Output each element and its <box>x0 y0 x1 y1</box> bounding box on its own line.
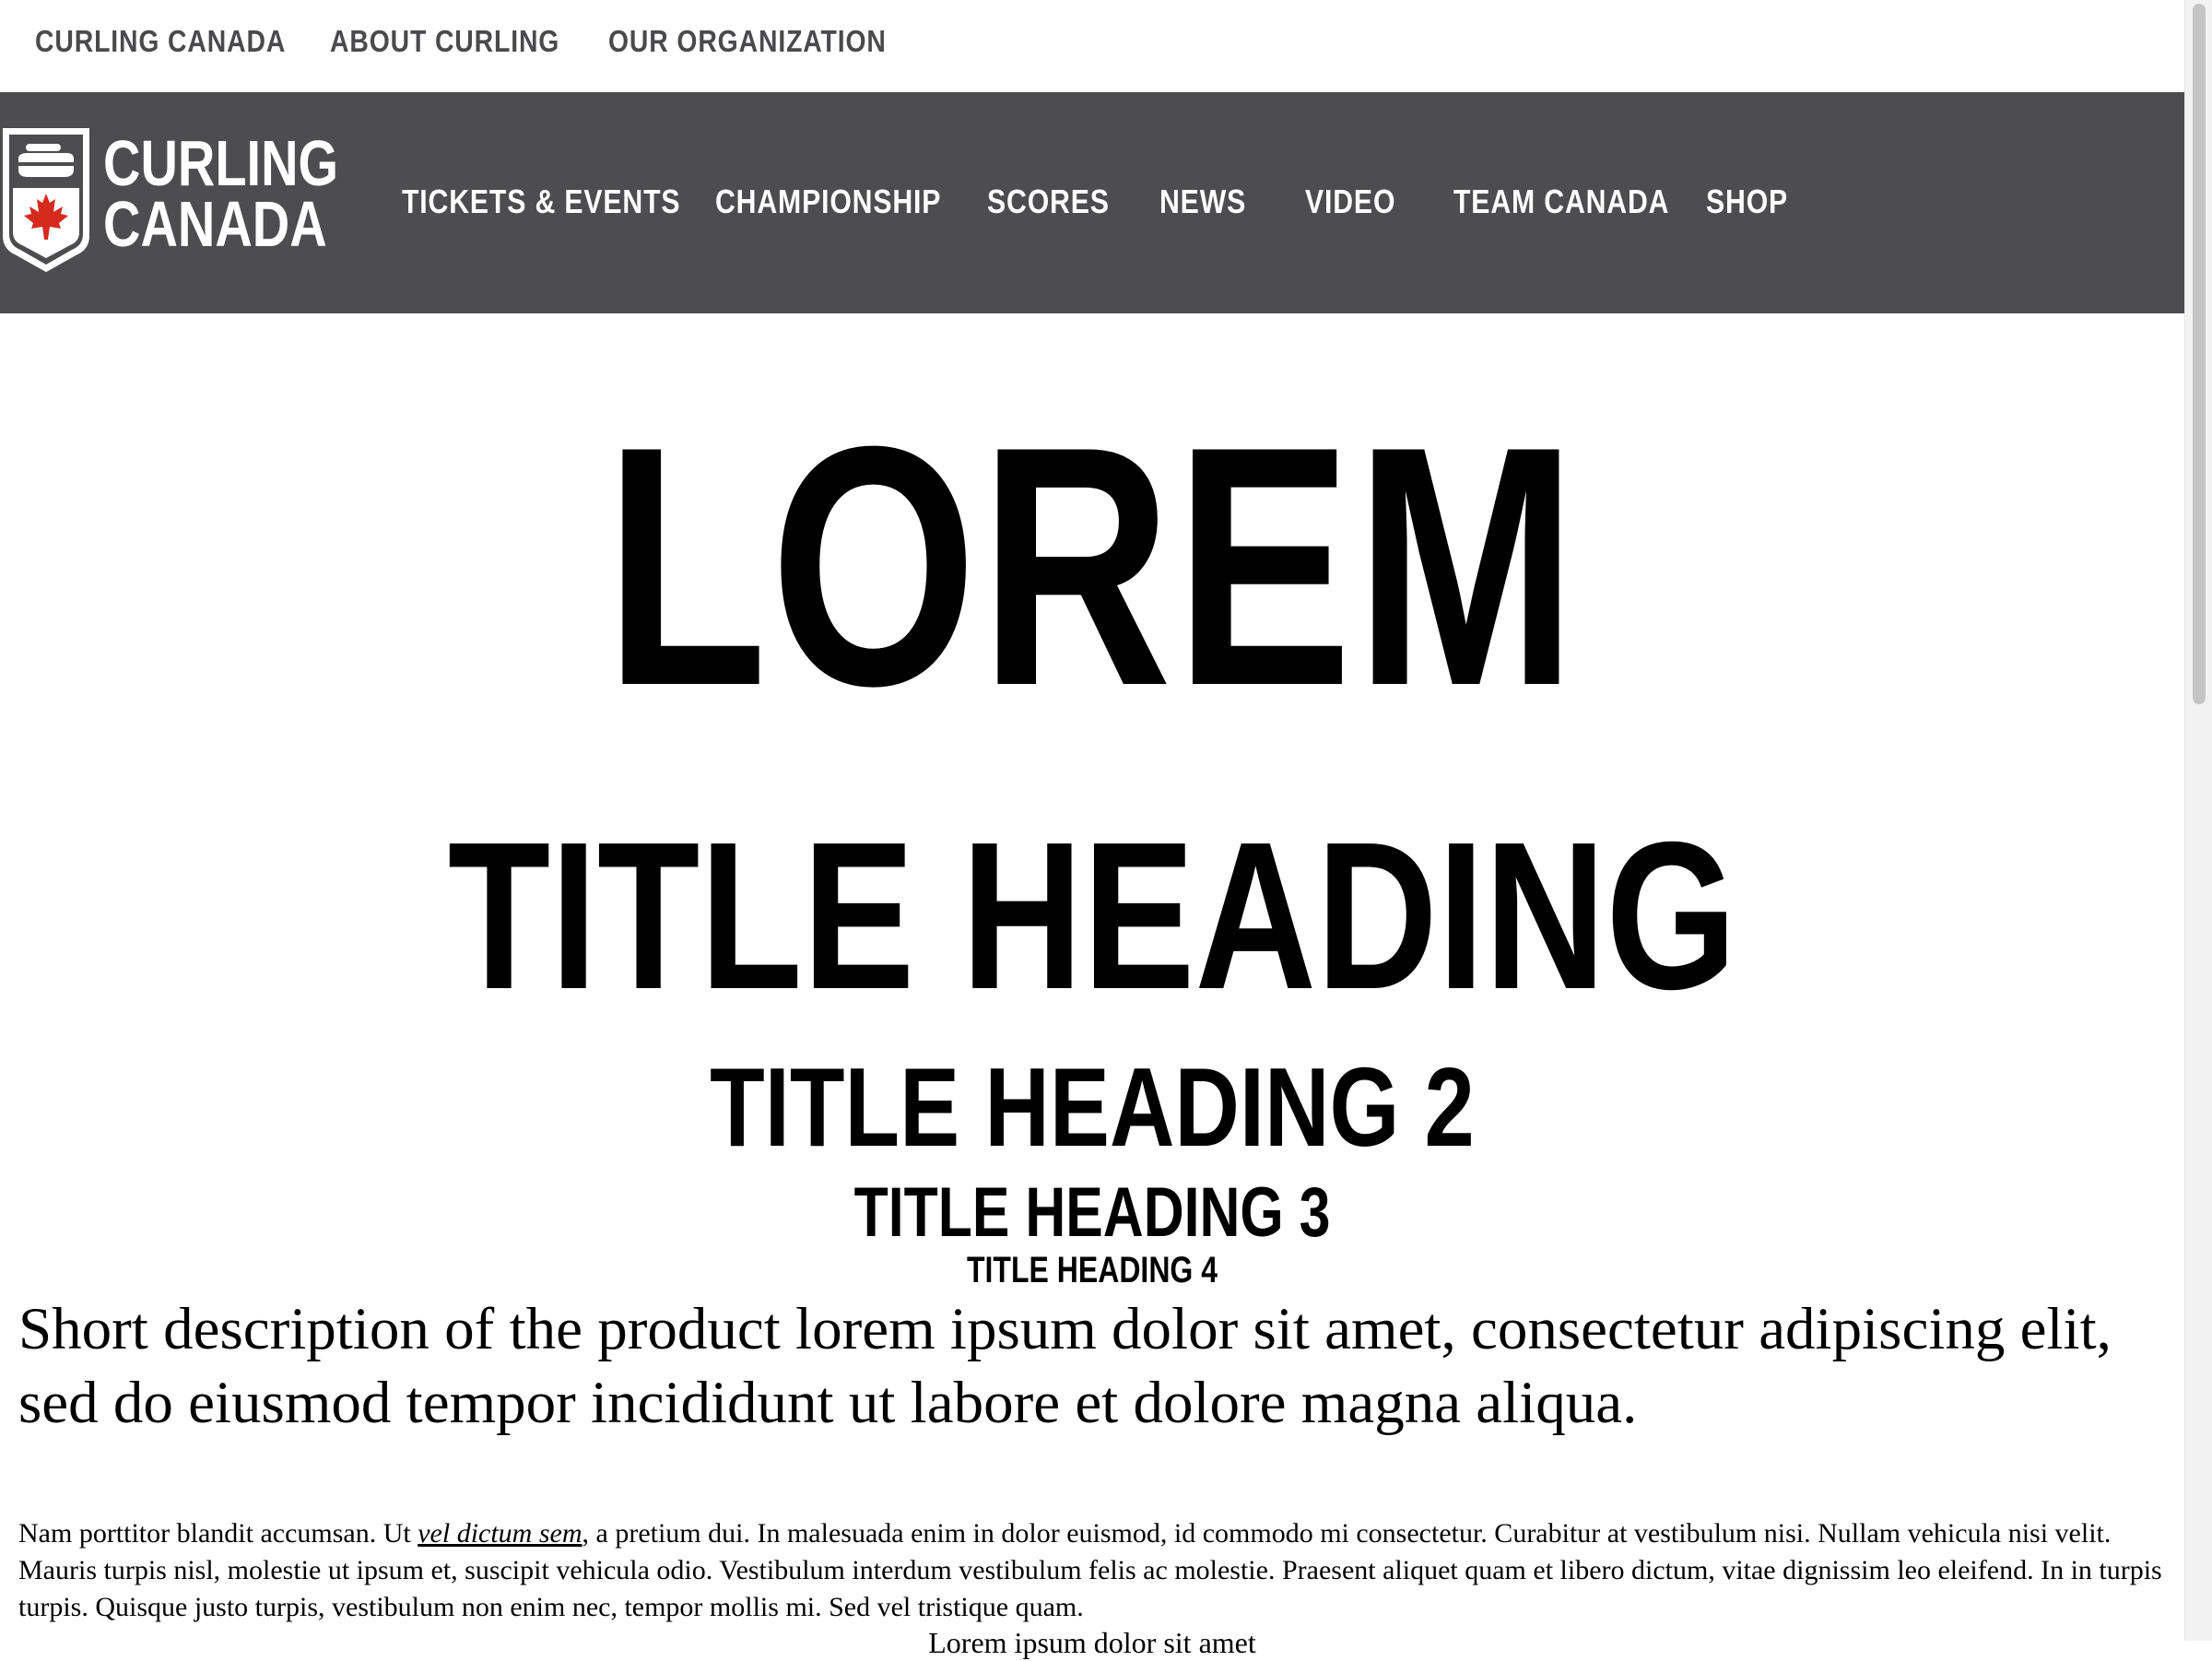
title-heading-3: TITLE HEADING 3 <box>853 1173 1331 1252</box>
utility-link-our-organization[interactable]: OUR ORGANIZATION <box>608 24 887 59</box>
nav-link-video[interactable]: VIDEO <box>1305 183 1395 221</box>
title-heading-4: TITLE HEADING 4 <box>966 1250 1218 1290</box>
logo-line-2: CANADA <box>103 188 327 260</box>
scrollbar-thumb[interactable] <box>2193 4 2206 704</box>
lead-paragraph: Short description of the product lorem i… <box>18 1296 2112 1436</box>
nav-link-team-canada[interactable]: TEAM CANADA <box>1453 183 1669 221</box>
curling-canada-shield-logo <box>3 128 89 273</box>
body-paragraph: Nam porttitor blandit accumsan. Ut vel d… <box>18 1515 2166 1626</box>
nav-link-championship[interactable]: CHAMPIONSHIP <box>715 183 941 221</box>
logo-wordmark: CURLING CANADA <box>103 127 339 260</box>
nav-link-shop[interactable]: SHOP <box>1706 183 1788 221</box>
body-text-start: Nam porttitor blandit accumsan. Ut <box>18 1518 418 1549</box>
title-heading-2: TITLE HEADING 2 <box>710 1044 1475 1170</box>
nav-link-tickets-events[interactable]: TICKETS & EVENTS <box>402 183 680 221</box>
site-logo[interactable]: CURLING CANADA <box>0 127 338 275</box>
utility-link-about-curling[interactable]: ABOUT CURLING <box>330 24 559 59</box>
utility-link-curling-canada[interactable]: CURLING CANADA <box>35 24 286 59</box>
page-scrollbar[interactable] <box>2184 0 2212 1641</box>
nav-link-news[interactable]: NEWS <box>1159 183 1246 221</box>
title-heading-1: TITLE HEADING <box>447 799 1737 1033</box>
body-inline-link[interactable]: vel dictum sem <box>418 1518 582 1549</box>
display-heading: LOREM <box>605 376 1580 757</box>
cutoff-paragraph: Lorem ipsum dolor sit amet <box>928 1626 1256 1659</box>
logo-line-1: CURLING <box>103 127 339 199</box>
nav-link-scores[interactable]: SCORES <box>987 183 1110 221</box>
utility-nav: CURLING CANADA ABOUT CURLING OUR ORGANIZ… <box>0 0 2184 92</box>
